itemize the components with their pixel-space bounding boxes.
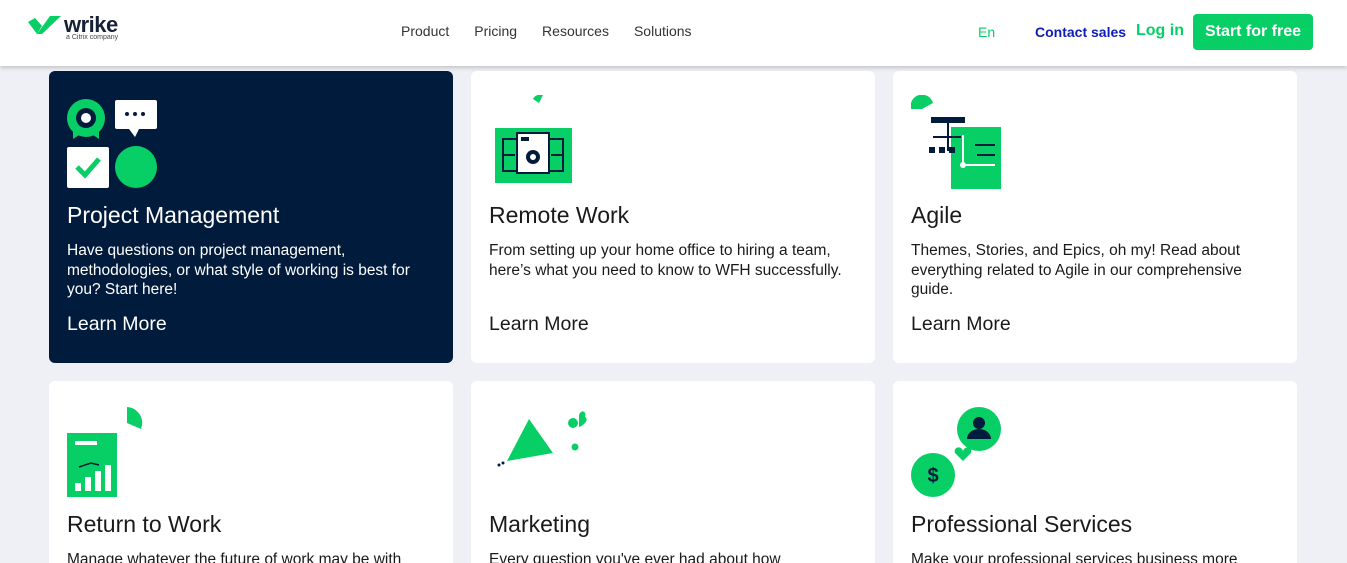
learn-more-link[interactable]: Learn More: [67, 313, 167, 336]
main-nav: Product Pricing Resources Solutions: [401, 23, 717, 39]
wrike-check-icon: [28, 16, 61, 34]
card-agile[interactable]: Agile Themes, Stories, and Epics, oh my!…: [893, 71, 1297, 363]
card-title: Marketing: [489, 511, 590, 537]
login-link[interactable]: Log in: [1136, 22, 1184, 40]
marketing-icon: [489, 407, 589, 507]
site-header: wrike a Citrix company Product Pricing R…: [0, 0, 1347, 66]
wrike-logo[interactable]: wrike a Citrix company: [28, 12, 148, 46]
card-description: Manage whatever the future of work may b…: [67, 551, 402, 563]
agile-icon: [910, 94, 1011, 195]
card-title: Agile: [911, 202, 963, 228]
card-project-management[interactable]: Project Management Have questions on pro…: [49, 71, 453, 363]
svg-text:$: $: [927, 465, 938, 487]
card-return-to-work[interactable]: Return to Work Manage whatever the futur…: [49, 381, 453, 563]
card-title: Professional Services: [911, 511, 1133, 537]
logo-tagline: a Citrix company: [66, 34, 119, 41]
nav-solutions[interactable]: Solutions: [634, 23, 692, 39]
card-title: Remote Work: [489, 202, 630, 228]
card-remote-work[interactable]: Remote Work From setting up your home of…: [471, 71, 875, 363]
nav-pricing[interactable]: Pricing: [474, 23, 517, 39]
card-title: Return to Work: [67, 511, 222, 537]
card-title: Project Management: [67, 202, 280, 228]
language-selector[interactable]: En: [978, 24, 995, 40]
start-for-free-button[interactable]: Start for free: [1193, 14, 1313, 50]
nav-product[interactable]: Product: [401, 23, 449, 39]
card-description: Have questions on project management, me…: [67, 242, 410, 298]
return-to-work-icon: [67, 407, 167, 507]
professional-services-icon: $: [911, 407, 1011, 507]
card-marketing[interactable]: Marketing Every question you've ever had…: [471, 381, 875, 563]
contact-sales-link[interactable]: Contact sales: [1035, 24, 1126, 40]
project-management-icon: [67, 95, 167, 195]
card-description: Every question you've ever had about how: [489, 551, 781, 563]
card-description: From setting up your home office to hiri…: [489, 242, 842, 279]
card-professional-services[interactable]: $ Professional Services Make your profes…: [893, 381, 1297, 563]
learn-more-link[interactable]: Learn More: [911, 313, 1011, 336]
card-description: Make your professional services business…: [911, 551, 1238, 563]
nav-resources[interactable]: Resources: [542, 23, 609, 39]
card-description: Themes, Stories, and Epics, oh my! Read …: [911, 242, 1242, 298]
learn-more-link[interactable]: Learn More: [489, 313, 589, 336]
remote-work-icon: [489, 94, 589, 195]
